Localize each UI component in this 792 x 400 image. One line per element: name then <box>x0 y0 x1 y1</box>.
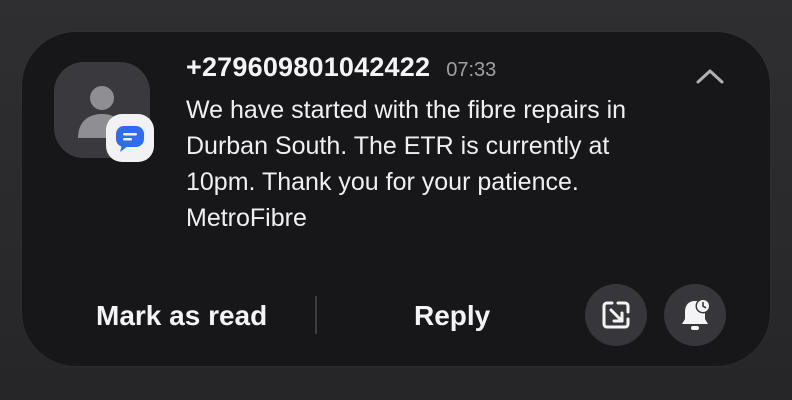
messages-app-badge <box>106 114 154 162</box>
action-divider <box>315 296 317 334</box>
reply-button[interactable]: Reply <box>414 296 490 336</box>
message-body: We have started with the fibre repairs i… <box>186 96 627 232</box>
action-bar: Mark as read Reply <box>22 284 770 348</box>
avatar-group <box>54 62 162 162</box>
open-in-app-button[interactable] <box>585 284 647 346</box>
notification-time: 07:33 <box>446 59 497 81</box>
open-in-app-icon <box>602 301 630 329</box>
messages-app-icon <box>116 126 144 152</box>
notification-bell-snooze-icon <box>682 298 711 330</box>
chevron-up-icon <box>696 69 724 84</box>
collapse-button[interactable] <box>692 62 728 90</box>
mark-as-read-button[interactable]: Mark as read <box>96 296 267 336</box>
sender-number: +279609801042422 <box>186 52 431 82</box>
notification-card[interactable]: +279609801042422 07:33 We have started w… <box>22 32 770 366</box>
notification-header: +279609801042422 07:33 <box>186 52 496 92</box>
snooze-button[interactable] <box>664 284 726 346</box>
